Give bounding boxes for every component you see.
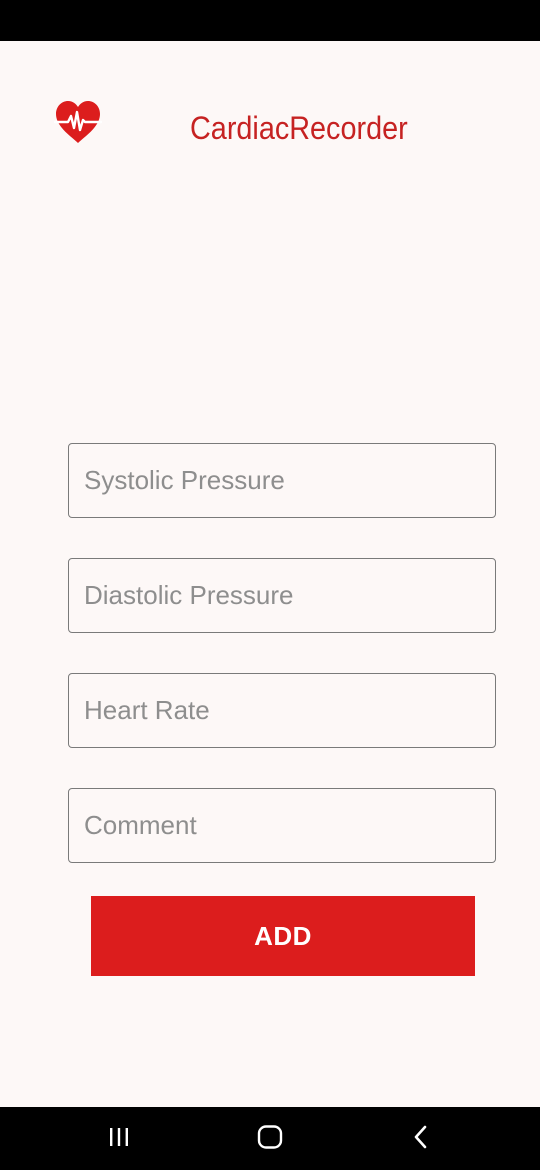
diastolic-pressure-field[interactable] [68,558,496,633]
comment-input[interactable] [69,789,495,862]
heart-rate-field[interactable] [68,673,496,748]
recents-icon [107,1126,131,1153]
app-header [0,41,540,301]
heart-rate-input[interactable] [69,674,495,747]
systolic-pressure-field[interactable] [68,443,496,518]
app-title: CardiacRecorder [190,110,408,146]
navigation-bar [0,1107,540,1170]
back-icon [411,1125,431,1154]
add-button[interactable]: ADD [91,896,475,976]
diastolic-pressure-input[interactable] [69,559,495,632]
systolic-pressure-input[interactable] [69,444,495,517]
status-bar [0,0,540,41]
heart-pulse-icon [54,100,102,144]
home-button[interactable] [250,1121,290,1157]
recents-button[interactable] [99,1121,139,1157]
back-button[interactable] [401,1121,441,1157]
comment-field[interactable] [68,788,496,863]
home-icon [257,1124,283,1154]
